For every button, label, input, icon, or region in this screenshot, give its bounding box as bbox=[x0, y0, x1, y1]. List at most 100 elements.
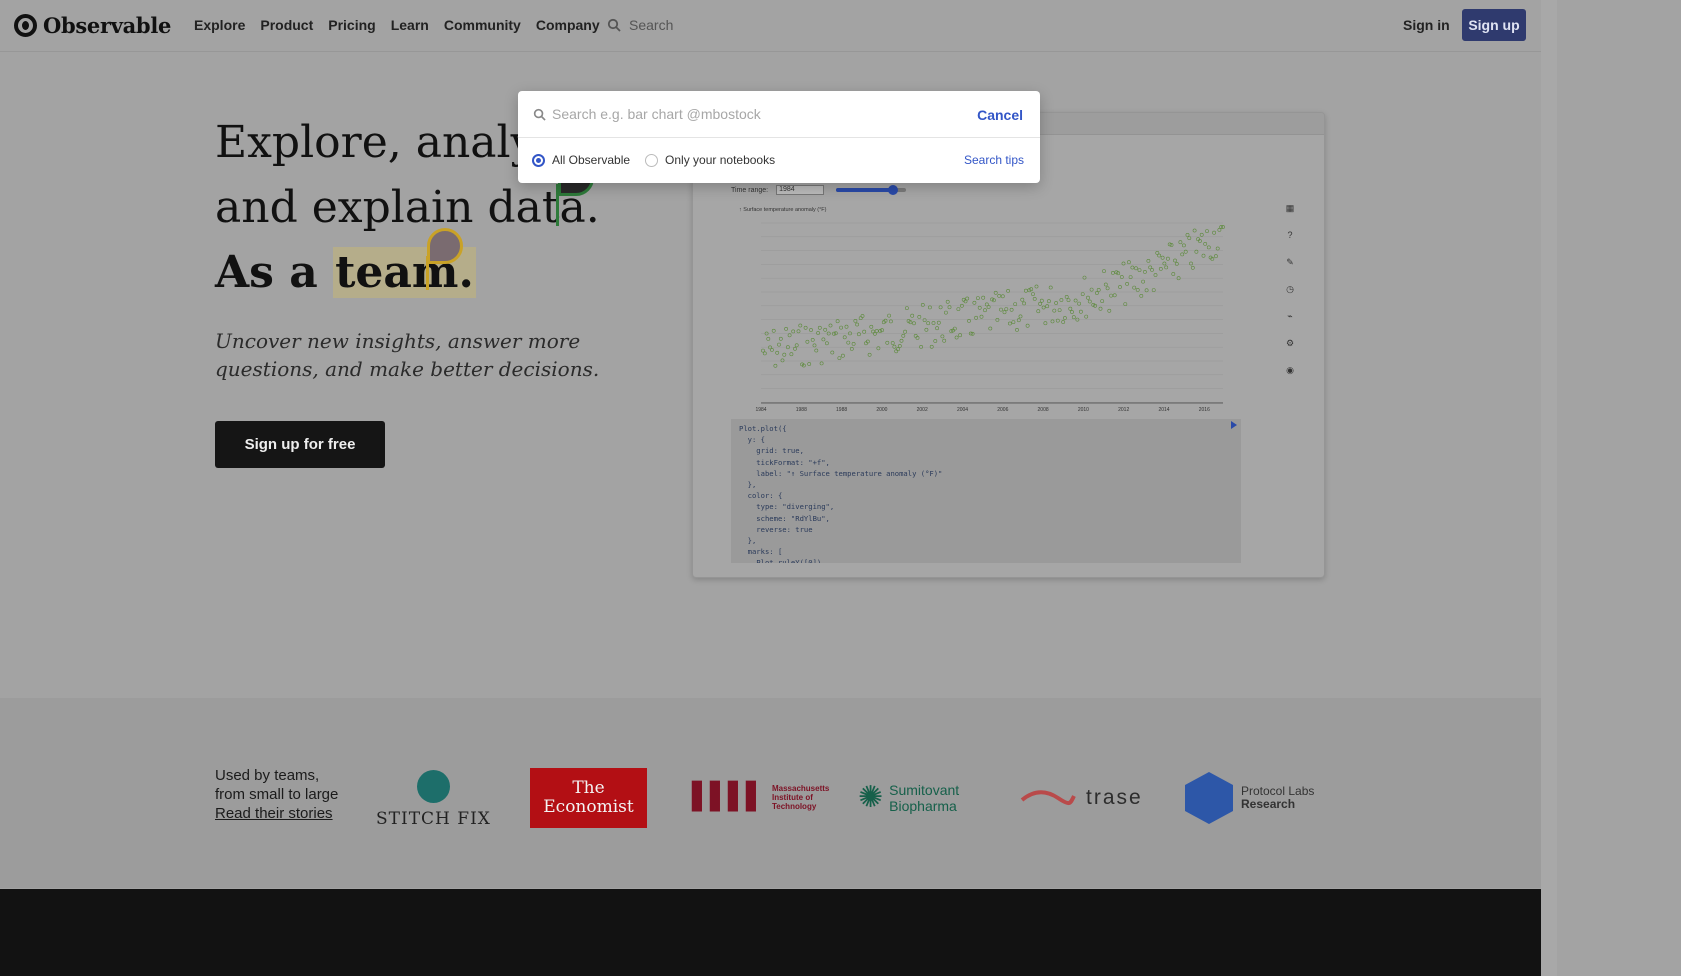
hero-subtitle: Uncover new insights, answer more questi… bbox=[215, 329, 600, 381]
eye-icon[interactable]: ◉ bbox=[1285, 365, 1295, 375]
sign-up-button[interactable]: Sign up bbox=[1462, 9, 1526, 41]
scatter-point bbox=[842, 335, 847, 340]
time-range-slider[interactable] bbox=[836, 185, 907, 195]
scatter-point bbox=[1137, 268, 1142, 273]
nav-link-explore[interactable]: Explore bbox=[194, 17, 245, 33]
scatter-point bbox=[1050, 319, 1055, 324]
brand-logo[interactable]: Observable bbox=[14, 13, 171, 38]
scatter-point bbox=[869, 324, 874, 329]
scatter-point bbox=[775, 350, 780, 355]
nav-search[interactable]: Search bbox=[607, 17, 673, 33]
scatter-point bbox=[816, 331, 821, 335]
scatter-point bbox=[1045, 304, 1050, 309]
code-cell[interactable]: Plot.plot({ y: { grid: true, tickFormat:… bbox=[731, 419, 1241, 563]
scatter-point bbox=[917, 315, 922, 319]
scatter-point bbox=[888, 319, 893, 324]
scatter-point bbox=[1192, 228, 1197, 233]
sumitovant-line-2: Biopharma bbox=[889, 797, 957, 814]
scatter-point bbox=[1078, 309, 1083, 314]
scatter-point bbox=[1132, 285, 1137, 290]
scatter-point bbox=[1004, 307, 1009, 312]
scatter-point bbox=[778, 336, 783, 341]
scatter-point bbox=[945, 299, 950, 304]
hexagon-icon bbox=[1185, 772, 1233, 824]
radio-selected-icon bbox=[532, 153, 545, 167]
scatter-point bbox=[809, 328, 813, 332]
scatter-point bbox=[1205, 229, 1209, 234]
scatter-point bbox=[874, 329, 879, 333]
scatter-point bbox=[794, 343, 799, 348]
nav-link-product[interactable]: Product bbox=[260, 17, 313, 33]
table-icon[interactable]: ▦ bbox=[1285, 203, 1295, 213]
nav-link-pricing[interactable]: Pricing bbox=[328, 17, 375, 33]
scatter-point bbox=[1206, 245, 1211, 250]
top-nav: Observable Explore Product Pricing Learn… bbox=[0, 0, 1541, 52]
scatter-point bbox=[1034, 284, 1039, 289]
x-tick-label: 2000 bbox=[876, 407, 887, 413]
scope-own-notebooks[interactable]: Only your notebooks bbox=[645, 153, 775, 167]
scatter-point bbox=[1054, 301, 1059, 305]
scope-all-observable[interactable]: All Observable bbox=[532, 153, 630, 167]
scatter-point bbox=[828, 323, 833, 328]
trase-wordmark: trase bbox=[1086, 786, 1143, 809]
code-line: Plot.ruleY([0]), bbox=[739, 558, 826, 563]
nav-link-learn[interactable]: Learn bbox=[391, 17, 429, 33]
scatter-point bbox=[1011, 320, 1016, 325]
help-icon[interactable]: ? bbox=[1285, 230, 1295, 240]
mit-logo: ▌▌▌▌ Massachusetts Institute of Technolo… bbox=[692, 782, 829, 812]
scatter-point bbox=[974, 315, 979, 320]
scatter-point bbox=[770, 347, 774, 352]
scatter-point bbox=[993, 290, 998, 295]
cancel-button[interactable]: Cancel bbox=[977, 107, 1023, 123]
scatter-point bbox=[1031, 292, 1035, 297]
attach-icon[interactable]: ✎ bbox=[1285, 257, 1295, 267]
x-tick-label: 2008 bbox=[1038, 407, 1049, 413]
scatter-point bbox=[1039, 298, 1044, 303]
search-input[interactable] bbox=[552, 106, 932, 122]
scatter-point bbox=[935, 326, 940, 331]
scatter-point bbox=[896, 347, 900, 352]
customers-intro: Used by teams, from small to large Read … bbox=[215, 766, 338, 823]
sign-up-free-button[interactable]: Sign up for free bbox=[215, 421, 385, 468]
trase-logo: trase bbox=[1020, 786, 1143, 810]
code-line: reverse: true bbox=[739, 524, 813, 534]
scatter-point bbox=[1134, 266, 1138, 271]
time-range-input[interactable]: 1984 bbox=[776, 185, 825, 195]
scatter-point bbox=[892, 344, 897, 349]
scatter-point bbox=[947, 305, 952, 310]
scatter-point bbox=[1066, 298, 1071, 303]
nav-link-company[interactable]: Company bbox=[536, 17, 600, 33]
scatter-point bbox=[1125, 282, 1130, 286]
history-icon[interactable]: ◷ bbox=[1285, 284, 1295, 294]
collaborator-cursor bbox=[426, 256, 429, 290]
sign-in-link[interactable]: Sign in bbox=[1403, 17, 1450, 33]
scatter-point bbox=[1123, 302, 1128, 307]
stitch-fix-wordmark: STITCH FIX bbox=[376, 809, 491, 829]
scatter-point bbox=[1109, 293, 1114, 298]
scatter-point bbox=[830, 350, 835, 355]
scatter-point bbox=[1022, 301, 1027, 306]
search-tips-link[interactable]: Search tips bbox=[964, 153, 1024, 167]
slider-knob[interactable] bbox=[888, 185, 899, 195]
scatter-point bbox=[952, 326, 957, 331]
scatter-point bbox=[865, 339, 870, 344]
scatter-point bbox=[1057, 308, 1062, 313]
read-stories-link[interactable]: Read their stories bbox=[215, 804, 338, 823]
scatter-point bbox=[1144, 288, 1149, 293]
scatter-point bbox=[919, 344, 924, 349]
scatter-point bbox=[791, 329, 796, 334]
scatter-point bbox=[1185, 233, 1190, 237]
scatter-point bbox=[1160, 255, 1165, 260]
code-line: scheme: "RdYlBu", bbox=[739, 513, 830, 523]
scrollbar[interactable] bbox=[1541, 0, 1557, 976]
settings-icon[interactable]: ⚙ bbox=[1285, 338, 1295, 348]
run-cell-icon[interactable] bbox=[1231, 421, 1237, 429]
code-line: grid: true, bbox=[739, 446, 804, 456]
scatter-point bbox=[823, 327, 828, 332]
nav-link-community[interactable]: Community bbox=[444, 17, 521, 33]
scatter-point bbox=[1048, 285, 1053, 290]
nav-search-label: Search bbox=[629, 17, 674, 33]
link-icon[interactable]: ⌁ bbox=[1285, 311, 1295, 321]
scatter-point bbox=[942, 338, 947, 343]
scatter-point bbox=[1036, 309, 1041, 314]
